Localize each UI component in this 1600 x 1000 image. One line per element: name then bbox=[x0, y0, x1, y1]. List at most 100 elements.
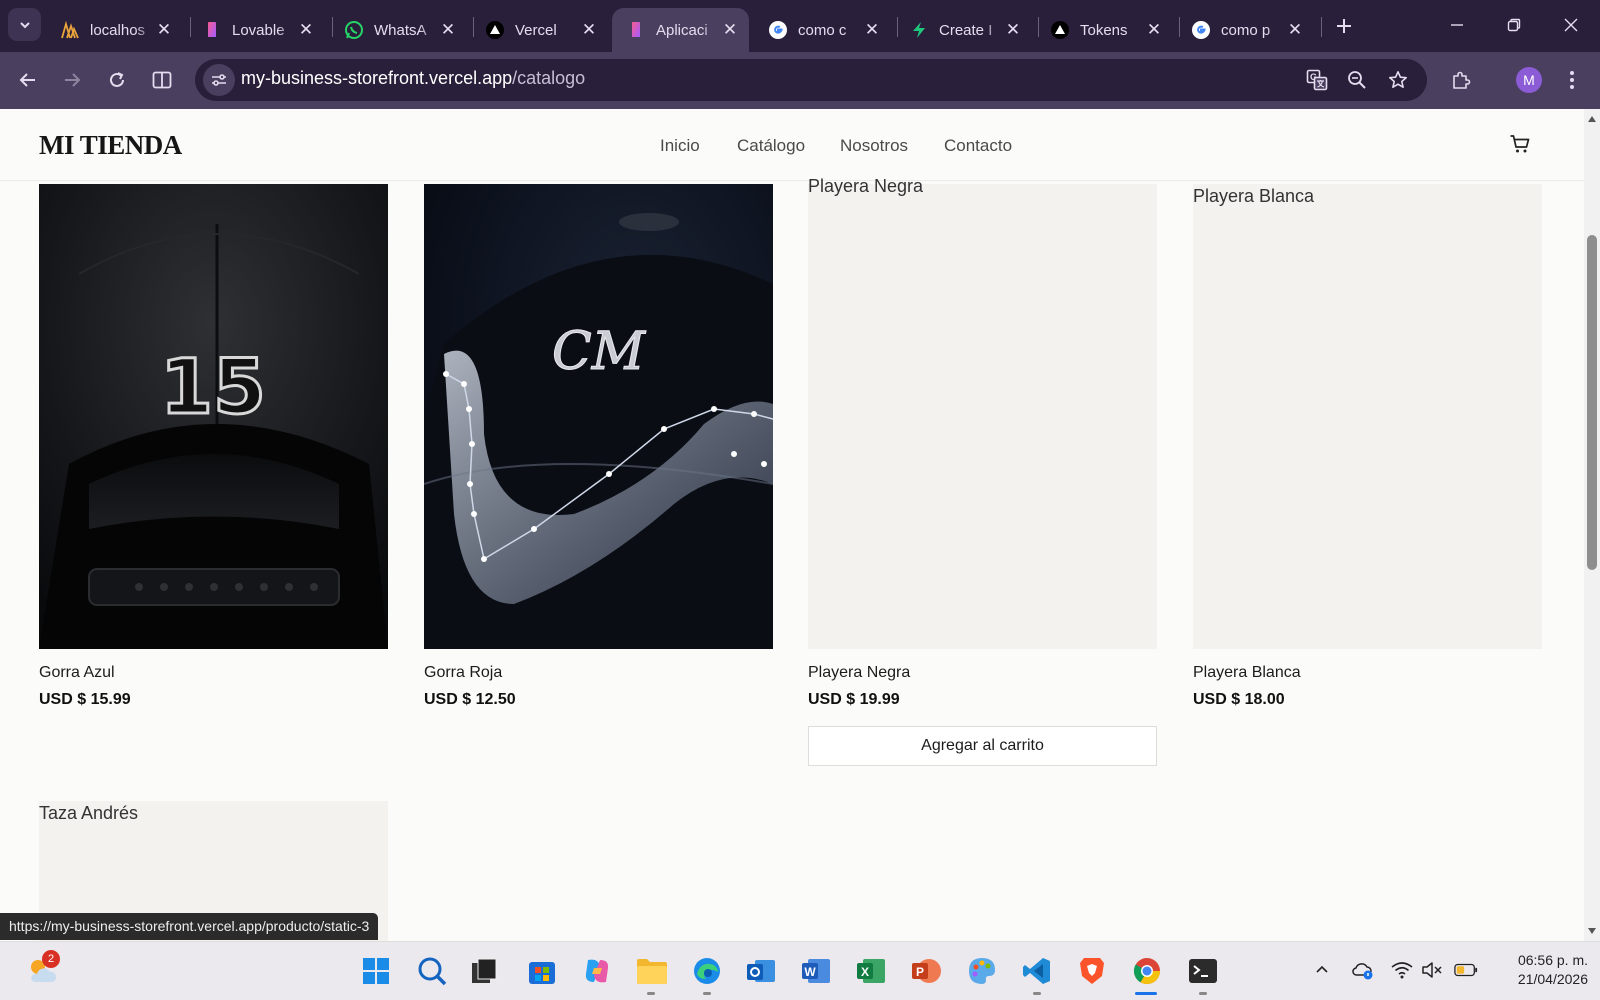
word[interactable]: W bbox=[798, 953, 834, 989]
tab-create[interactable]: Create I ✕ bbox=[895, 8, 1032, 52]
terminal[interactable] bbox=[1185, 953, 1221, 989]
restore-icon bbox=[1507, 18, 1521, 32]
close-icon[interactable]: ✕ bbox=[1004, 20, 1022, 39]
product-name[interactable]: Gorra Roja bbox=[424, 664, 502, 682]
tab-tokens[interactable]: Tokens ✕ bbox=[1036, 8, 1173, 52]
close-icon[interactable]: ✕ bbox=[297, 20, 315, 39]
scroll-up-arrow-icon[interactable] bbox=[1588, 116, 1596, 122]
minimize-button[interactable] bbox=[1442, 10, 1472, 40]
close-icon bbox=[1564, 18, 1578, 32]
back-button[interactable] bbox=[12, 64, 44, 96]
minimize-icon bbox=[1451, 24, 1463, 26]
scroll-down-arrow-icon[interactable] bbox=[1588, 928, 1596, 934]
tab-vercel[interactable]: Vercel ✕ bbox=[471, 8, 608, 52]
restore-button[interactable] bbox=[1499, 10, 1529, 40]
product-name[interactable]: Playera Blanca bbox=[1193, 664, 1301, 682]
shopping-cart-icon bbox=[1510, 135, 1530, 153]
close-window-button[interactable] bbox=[1556, 10, 1586, 40]
google-chrome[interactable] bbox=[1129, 953, 1165, 989]
edge-icon bbox=[694, 958, 720, 984]
bookmark-button[interactable] bbox=[1382, 64, 1414, 96]
whatsapp-favicon bbox=[344, 20, 364, 40]
broken-image-alt: Playera Blanca bbox=[1193, 186, 1315, 206]
nav-link-catalog[interactable]: Catálogo bbox=[737, 136, 805, 156]
zoom-button[interactable] bbox=[1341, 64, 1373, 96]
close-icon[interactable]: ✕ bbox=[863, 20, 881, 39]
link-status-bubble: https://my-business-storefront.vercel.ap… bbox=[0, 913, 379, 940]
new-tab-button[interactable] bbox=[1330, 12, 1358, 40]
microsoft-store[interactable] bbox=[524, 953, 560, 989]
translate-button[interactable]: G bbox=[1301, 64, 1333, 96]
star-icon bbox=[1389, 71, 1407, 88]
product-price: USD $ 12.50 bbox=[424, 691, 516, 708]
profile-avatar[interactable]: M bbox=[1516, 67, 1542, 93]
close-icon[interactable]: ✕ bbox=[580, 20, 598, 39]
browser-menu-button[interactable] bbox=[1556, 64, 1588, 96]
split-view-button[interactable] bbox=[146, 64, 178, 96]
puzzle-icon bbox=[1453, 71, 1471, 89]
product-name[interactable]: Gorra Azul bbox=[39, 664, 115, 682]
copilot[interactable] bbox=[579, 953, 615, 989]
powerpoint[interactable]: P bbox=[908, 953, 944, 989]
file-explorer[interactable] bbox=[634, 953, 670, 989]
tab-localhost[interactable]: localhos ✕ bbox=[46, 8, 183, 52]
tab-google-search[interactable]: como c ✕ bbox=[754, 8, 891, 52]
volume-tray[interactable] bbox=[1420, 958, 1444, 982]
taskbar-search[interactable] bbox=[414, 953, 450, 989]
url-path: /catalogo bbox=[512, 68, 586, 88]
nav-link-home[interactable]: Inicio bbox=[660, 136, 700, 156]
reload-button[interactable] bbox=[101, 64, 133, 96]
svg-text:W: W bbox=[804, 965, 816, 979]
system-clock[interactable]: 06:56 p. m. 21/04/2026 bbox=[1490, 951, 1588, 989]
tab-lovable[interactable]: Lovable ✕ bbox=[188, 8, 325, 52]
reload-icon bbox=[110, 72, 124, 87]
visual-studio-code[interactable] bbox=[1019, 953, 1055, 989]
brave-browser[interactable] bbox=[1074, 953, 1110, 989]
show-hidden-icons-button[interactable] bbox=[1310, 958, 1334, 982]
tab-whatsapp[interactable]: WhatsA ✕ bbox=[330, 8, 467, 52]
site-info-button[interactable] bbox=[203, 64, 235, 96]
google-favicon bbox=[1191, 20, 1211, 40]
tab-search-button[interactable] bbox=[8, 8, 41, 41]
scrollbar-thumb[interactable] bbox=[1587, 235, 1597, 570]
extensions-button[interactable] bbox=[1445, 64, 1477, 96]
page-scrollbar[interactable] bbox=[1584, 109, 1600, 941]
product-image-cap-cm[interactable]: CM bbox=[424, 184, 773, 649]
close-icon[interactable]: ✕ bbox=[1286, 20, 1304, 39]
close-icon[interactable]: ✕ bbox=[721, 20, 739, 39]
outlook[interactable] bbox=[743, 953, 779, 989]
cart-button[interactable] bbox=[1509, 133, 1533, 157]
nav-link-contact[interactable]: Contacto bbox=[944, 136, 1012, 156]
network-tray[interactable] bbox=[1390, 958, 1414, 982]
battery-tray[interactable] bbox=[1454, 958, 1478, 982]
store-icon bbox=[529, 962, 555, 984]
logo-text: MI TIENDA bbox=[39, 130, 182, 160]
close-icon[interactable]: ✕ bbox=[439, 20, 457, 39]
site-logo[interactable]: MI TIENDA bbox=[39, 130, 182, 161]
product-image-placeholder[interactable]: Playera Blanca bbox=[1193, 184, 1542, 649]
split-view-icon bbox=[152, 71, 172, 89]
task-view[interactable] bbox=[466, 953, 502, 989]
tab-google-search-2[interactable]: como p ✕ bbox=[1177, 8, 1314, 52]
paint[interactable] bbox=[964, 953, 1000, 989]
copilot-icon bbox=[585, 959, 609, 983]
close-icon[interactable]: ✕ bbox=[155, 20, 173, 39]
start-button[interactable] bbox=[358, 953, 394, 989]
add-to-cart-button[interactable]: Agregar al carrito bbox=[808, 726, 1157, 766]
tab-aplicacion[interactable]: Aplicaci ✕ bbox=[612, 8, 749, 52]
product-image-cap-15[interactable]: 15 bbox=[39, 184, 388, 649]
brave-icon bbox=[1080, 958, 1104, 984]
microsoft-edge[interactable] bbox=[689, 953, 725, 989]
lovable-favicon bbox=[202, 20, 222, 40]
excel[interactable]: X bbox=[853, 953, 889, 989]
powerpoint-icon: P bbox=[912, 959, 941, 983]
product-name[interactable]: Playera Negra bbox=[808, 664, 910, 682]
close-icon[interactable]: ✕ bbox=[1145, 20, 1163, 39]
forward-button[interactable] bbox=[56, 64, 88, 96]
broken-image-alt: Taza Andrés bbox=[39, 803, 139, 823]
nav-link-about[interactable]: Nosotros bbox=[840, 136, 908, 156]
onedrive-tray[interactable] bbox=[1351, 958, 1375, 982]
arrow-left-icon bbox=[19, 73, 35, 87]
product-image-placeholder[interactable]: Playera Negra bbox=[808, 176, 1157, 649]
url-text[interactable]: my-business-storefront.vercel.app/catalo… bbox=[241, 68, 585, 89]
